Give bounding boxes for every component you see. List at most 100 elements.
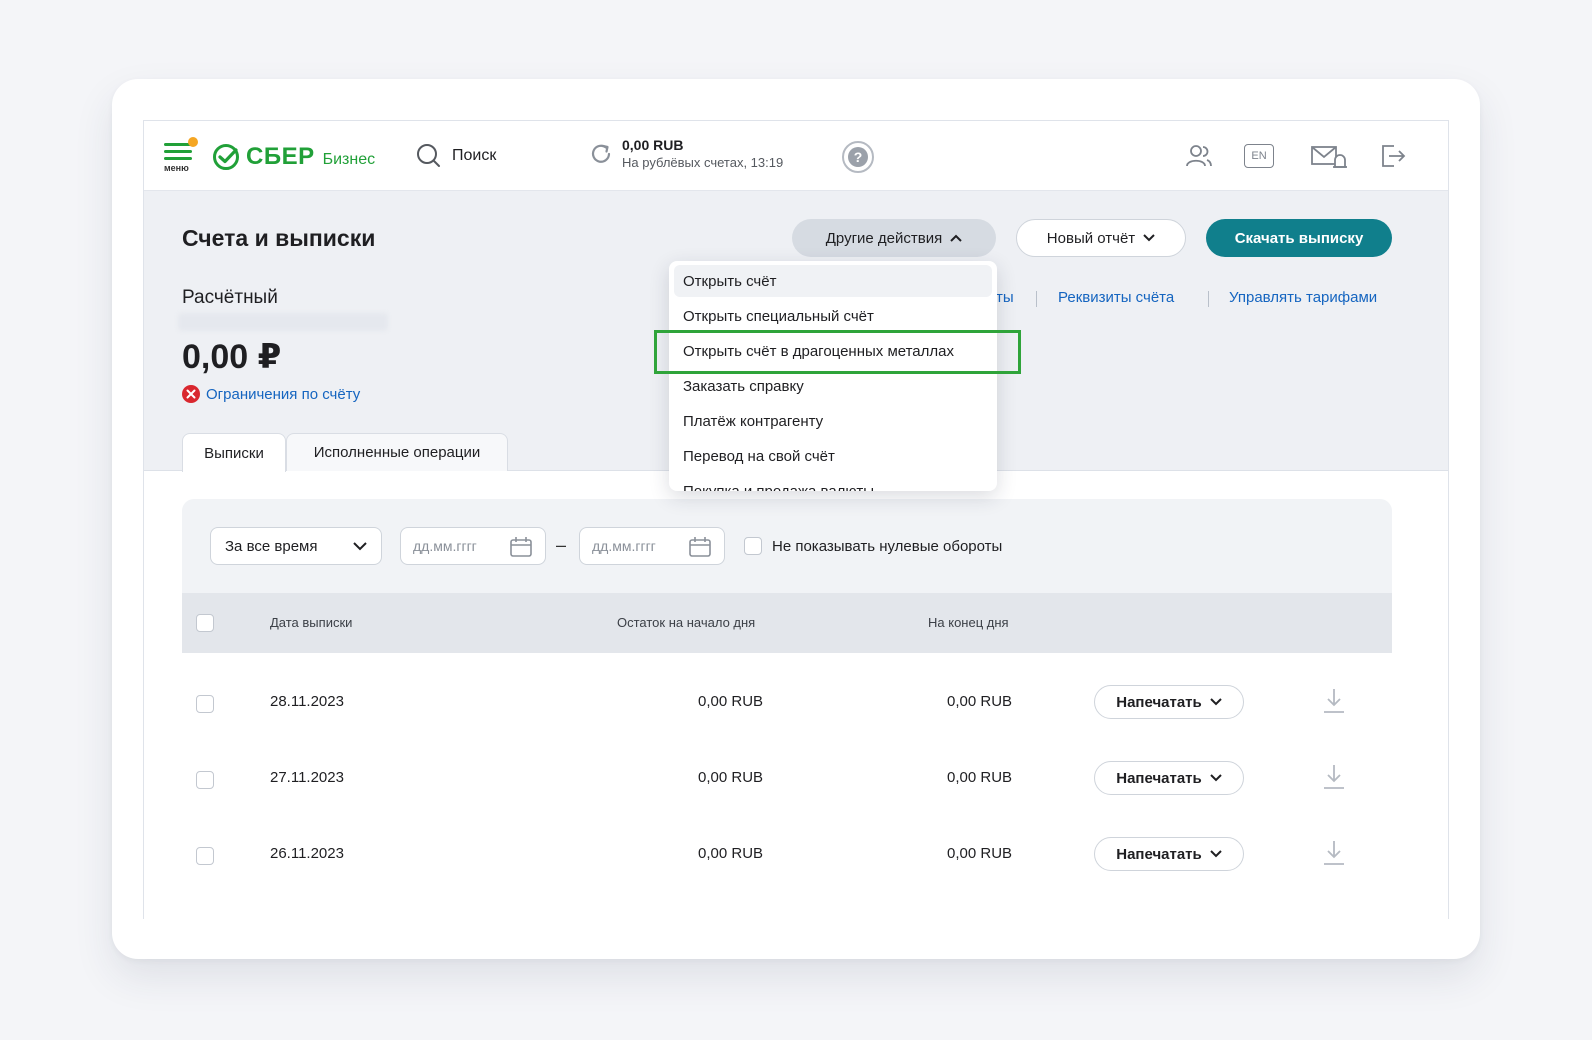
hide-zero-option: Не показывать нулевые обороты [744,537,1002,555]
chevron-down-icon [1210,698,1222,706]
svg-text:?: ? [854,149,863,165]
row-date: 27.11.2023 [270,769,344,786]
menu-item-order-certificate[interactable]: Заказать справку [674,370,992,402]
menu-item-open-metals-account[interactable]: Открыть счёт в драгоценных металлах [674,335,992,367]
chevron-up-icon [950,234,962,242]
help-icon[interactable]: ? [840,139,876,175]
download-statement-button[interactable]: Скачать выписку [1206,219,1392,257]
requisites-link[interactable]: Реквизиты счёта [1058,289,1174,306]
date-to-placeholder: дд.мм.гггг [592,538,656,554]
menu-label: меню [164,163,189,173]
select-all-checkbox[interactable] [196,614,214,632]
new-report-label: Новый отчёт [1046,229,1136,247]
screenshot-card: меню СБЕР Бизнес Поиск 0,00 RUB На рублё… [112,79,1480,959]
calendar-icon[interactable] [688,536,712,558]
row-checkbox[interactable] [196,771,214,789]
print-button[interactable]: Напечатать [1094,685,1244,719]
users-icon[interactable] [1184,141,1214,171]
table-header: Дата выписки Остаток на начало дня На ко… [182,593,1392,653]
table-row: 26.11.2023 0,00 RUB 0,00 RUB Напечатать [182,817,1392,893]
column-header-end: На конец дня [928,615,1009,630]
print-label: Напечатать [1116,845,1202,863]
other-actions-dropdown: Открыть счёт Открыть специальный счёт От… [669,261,997,491]
sber-check-icon [213,144,239,170]
date-range-dash: – [556,535,567,555]
column-header-date: Дата выписки [270,615,353,630]
account-balance: 0,00 ₽ [182,338,282,376]
account-number-blurred [178,313,388,331]
row-checkbox[interactable] [196,695,214,713]
lang-switch[interactable]: EN [1244,144,1274,168]
row-start-balance: 0,00 RUB [698,693,764,710]
link-separator [1208,291,1209,307]
brand-name: СБЕР [246,143,315,170]
date-from-placeholder: дд.мм.гггг [413,538,477,554]
row-end-balance: 0,00 RUB [947,845,1013,862]
error-icon [182,385,200,403]
row-start-balance: 0,00 RUB [698,845,764,862]
mail-bell-icon[interactable] [1310,141,1348,171]
table-row: 27.11.2023 0,00 RUB 0,00 RUB Напечатать [182,741,1392,817]
chevron-down-icon [1210,774,1222,782]
column-header-start: Остаток на начало дня [617,615,756,630]
download-icon[interactable] [1322,687,1346,715]
tab-operations[interactable]: Исполненные операции [286,433,508,471]
search-button[interactable]: Поиск [416,143,496,169]
menu-bar [164,157,192,160]
row-end-balance: 0,00 RUB [947,769,1013,786]
link-separator [1036,291,1037,307]
filter-panel: За все время дд.мм.гггг – дд.мм.гггг Не … [182,499,1392,593]
calendar-icon[interactable] [509,536,533,558]
menu-bar [164,150,192,153]
other-actions-button[interactable]: Другие действия [792,219,996,257]
logout-icon[interactable] [1378,141,1408,171]
print-button[interactable]: Напечатать [1094,761,1244,795]
print-label: Напечатать [1116,769,1202,787]
new-report-button[interactable]: Новый отчёт [1016,219,1186,257]
app-window: меню СБЕР Бизнес Поиск 0,00 RUB На рублё… [143,120,1449,919]
tab-statements[interactable]: Выписки [182,433,286,472]
print-label: Напечатать [1116,693,1202,711]
tariffs-link[interactable]: Управлять тарифами [1229,289,1377,306]
chevron-down-icon [1210,850,1222,858]
menu-item-open-special-account[interactable]: Открыть специальный счёт [674,300,992,332]
download-icon[interactable] [1322,839,1346,867]
account-link-partial[interactable]: ты [996,289,1014,306]
sber-logo[interactable]: СБЕР Бизнес [212,141,375,173]
chevron-down-icon [353,542,367,551]
refresh-icon [591,144,611,163]
date-from-input[interactable]: дд.мм.гггг [400,527,546,565]
row-end-balance: 0,00 RUB [947,693,1013,710]
balance-note: На рублёвых счетах, 13:19 [622,155,784,170]
hide-zero-label: Не показывать нулевые обороты [772,537,1003,555]
menu-button[interactable]: меню [164,137,198,177]
menu-item-own-transfer[interactable]: Перевод на свой счёт [674,440,992,472]
balance-amount: 0,00 RUB [622,137,684,153]
row-checkbox[interactable] [196,847,214,865]
row-start-balance: 0,00 RUB [698,769,764,786]
search-label: Поиск [452,147,497,164]
chevron-down-icon [1143,234,1155,242]
date-to-input[interactable]: дд.мм.гггг [579,527,725,565]
balance-widget[interactable]: 0,00 RUB На рублёвых счетах, 13:19 [588,137,783,170]
download-icon[interactable] [1322,763,1346,791]
restrictions-label: Ограничения по счёту [206,385,361,403]
table-row: 28.11.2023 0,00 RUB 0,00 RUB Напечатать [182,665,1392,741]
brand-sub: Бизнес [322,151,376,168]
top-header: меню СБЕР Бизнес Поиск 0,00 RUB На рублё… [144,121,1448,191]
menu-item-open-account[interactable]: Открыть счёт [674,265,992,297]
menu-item-currency-exchange[interactable]: Покупка и продажа валюты [674,475,992,492]
page-title: Счета и выписки [182,225,376,251]
period-select[interactable]: За все время [210,527,382,565]
account-type: Расчётный [182,287,278,308]
notification-dot [188,137,198,147]
restrictions-link[interactable]: Ограничения по счёту [182,385,360,403]
search-icon [417,144,440,167]
print-button[interactable]: Напечатать [1094,837,1244,871]
other-actions-label: Другие действия [825,229,943,247]
row-date: 26.11.2023 [270,845,344,862]
hide-zero-checkbox[interactable] [744,537,762,555]
menu-item-counterparty-payment[interactable]: Платёж контрагенту [674,405,992,437]
period-value: За все время [225,537,318,555]
row-date: 28.11.2023 [270,693,344,710]
